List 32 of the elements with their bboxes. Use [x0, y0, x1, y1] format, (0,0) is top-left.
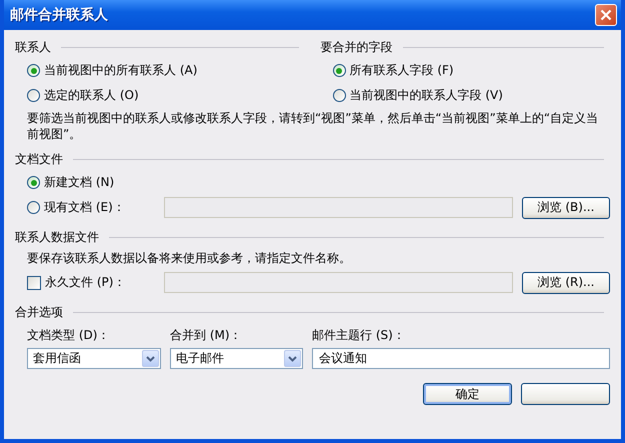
input-field[interactable]: 会议通知	[312, 348, 610, 369]
radio-icon[interactable]	[27, 64, 40, 77]
ok-button[interactable]: 确定	[423, 383, 512, 405]
browse-button[interactable]: 浏览 (R)...	[522, 272, 610, 294]
section-heading: 要合并的字段	[320, 38, 392, 56]
window-title: 邮件合并联系人	[10, 6, 108, 24]
radio-option[interactable]: 新建文档 (N)	[27, 170, 114, 195]
radio-option[interactable]: 所有联系人字段 (F)	[332, 58, 454, 83]
radio-icon[interactable]	[27, 89, 40, 102]
field-label: 文档类型 (D)：	[27, 327, 110, 344]
radio-option[interactable]: 当前视图中的联系人字段 (V)	[332, 83, 503, 108]
section-heading: 合并选项	[15, 304, 63, 320]
radio-icon[interactable]	[27, 176, 40, 189]
dropdown[interactable]: 套用信函	[27, 348, 161, 369]
checkbox[interactable]: 永久文件 (P)：	[27, 270, 126, 295]
browse-button[interactable]: 浏览 (B)...	[522, 196, 610, 218]
dropdown[interactable]: 电子邮件	[170, 348, 303, 369]
dialog-button[interactable]	[521, 383, 610, 405]
radio-option[interactable]: 选定的联系人 (O)	[27, 83, 139, 108]
section-heading: 联系人	[15, 38, 51, 56]
radio-option[interactable]: 现有文档 (E)：	[27, 195, 125, 220]
field-label: 合并到 (M)：	[170, 327, 243, 344]
radio-icon[interactable]	[332, 64, 346, 77]
section-heading: 联系人数据文件	[15, 228, 99, 246]
radio-icon[interactable]	[27, 201, 40, 214]
close-icon[interactable]	[595, 4, 617, 26]
field-label: 邮件主题行 (S)：	[312, 327, 406, 344]
section-heading: 文档文件	[15, 150, 63, 168]
radio-option[interactable]: 当前视图中的所有联系人 (A)	[27, 58, 198, 83]
hint-text: 要筛选当前视图中的联系人或修改联系人字段，请转到“视图”菜单，然后单击“当前视图”菜单上的“自定义当前视图”。	[26, 110, 600, 142]
radio-icon[interactable]	[332, 89, 346, 102]
hint-text: 要保存该联系人数据以备将来使用或参考，请指定文件名称。	[26, 250, 352, 266]
